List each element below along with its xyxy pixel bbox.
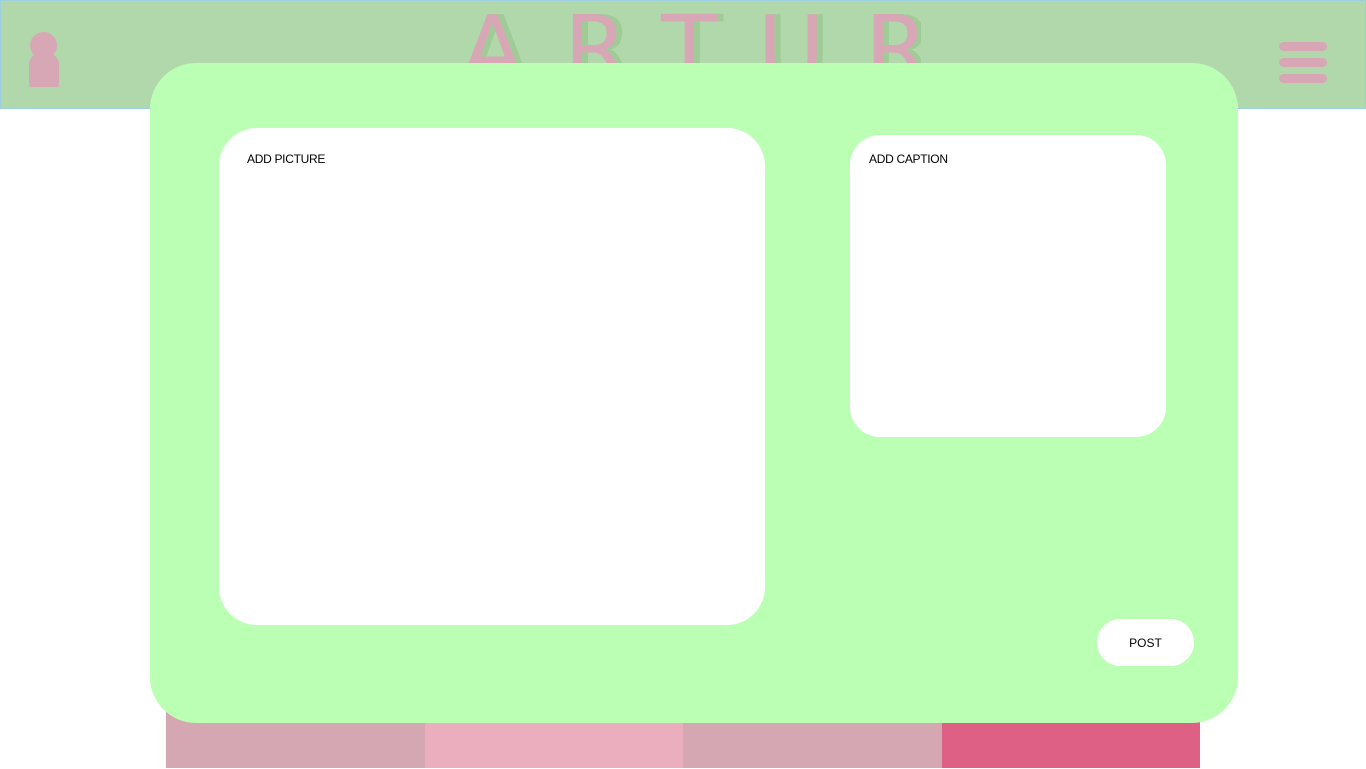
- hamburger-menu-icon[interactable]: [1279, 42, 1327, 84]
- menu-bar-top: [1279, 42, 1327, 51]
- page: ARTUR ARTUR ADD PICTURE ADD CAPTION POST: [0, 0, 1366, 769]
- menu-bar-bottom: [1279, 74, 1327, 83]
- add-caption-field[interactable]: ADD CAPTION: [850, 135, 1166, 437]
- new-post-modal: ADD PICTURE ADD CAPTION POST: [150, 63, 1238, 723]
- add-picture-area[interactable]: ADD PICTURE: [219, 128, 765, 625]
- add-caption-label: ADD CAPTION: [869, 152, 948, 166]
- post-button[interactable]: POST: [1097, 619, 1194, 666]
- menu-bar-middle: [1279, 58, 1327, 67]
- user-avatar-icon[interactable]: [29, 32, 59, 88]
- add-picture-label: ADD PICTURE: [247, 152, 326, 166]
- avatar-body: [29, 54, 59, 87]
